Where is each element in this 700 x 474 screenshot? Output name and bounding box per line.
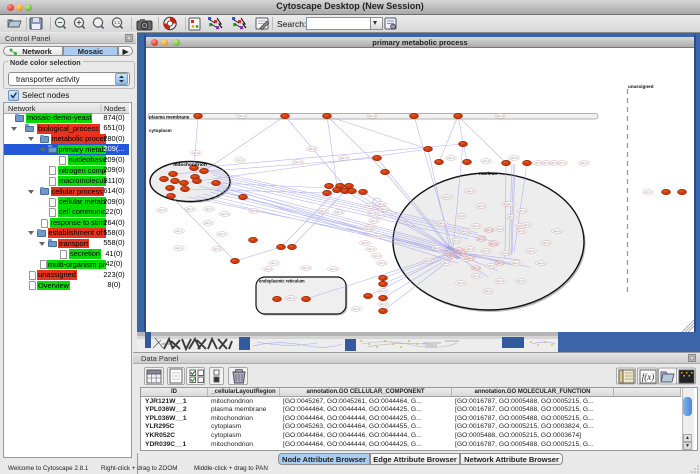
svg-text:[lab d]: [lab d] — [238, 114, 245, 118]
svg-text:[lab d]: [lab d] — [175, 246, 182, 250]
svg-text:[lab d]: [lab d] — [218, 232, 225, 236]
svg-text:[lab d]: [lab d] — [518, 209, 525, 213]
svg-text:[lab d]: [lab d] — [487, 264, 494, 268]
svg-text:[lab d]: [lab d] — [264, 267, 271, 271]
svg-text:[lab d]: [lab d] — [447, 156, 454, 160]
svg-text:[lab d]: [lab d] — [482, 249, 489, 253]
svg-text:[lab d]: [lab d] — [484, 289, 491, 293]
svg-text:[lab d]: [lab d] — [380, 207, 387, 211]
svg-text:[lab d]: [lab d] — [472, 274, 479, 278]
svg-text:[lab d]: [lab d] — [477, 204, 484, 208]
svg-text:1:1: 1:1 — [114, 20, 121, 25]
svg-text:[lab d]: [lab d] — [580, 161, 587, 165]
svg-text:[lab d]: [lab d] — [158, 208, 165, 212]
svg-text:[lab d]: [lab d] — [250, 209, 257, 213]
svg-text:[lab d]: [lab d] — [496, 279, 503, 283]
svg-text:[lab d]: [lab d] — [377, 202, 384, 206]
svg-text:[lab d]: [lab d] — [175, 229, 182, 233]
svg-text:[lab d]: [lab d] — [466, 247, 473, 251]
svg-text:[lab d]: [lab d] — [221, 212, 228, 216]
svg-text:[lab d]: [lab d] — [457, 281, 464, 285]
svg-text:[lab d]: [lab d] — [308, 147, 315, 151]
svg-text:[lab d]: [lab d] — [186, 207, 193, 211]
svg-text:[lab d]: [lab d] — [478, 238, 485, 241]
svg-text:[lab d]: [lab d] — [213, 247, 220, 251]
svg-text:[lab d]: [lab d] — [553, 229, 560, 233]
svg-text:[lab d]: [lab d] — [466, 189, 473, 193]
svg-text:[lab d]: [lab d] — [527, 249, 534, 253]
svg-text:[lab d]: [lab d] — [205, 207, 212, 211]
svg-text:[lab d]: [lab d] — [472, 224, 479, 228]
svg-text:[lab d]: [lab d] — [443, 195, 450, 199]
svg-text:[lab d]: [lab d] — [287, 296, 294, 300]
svg-text:[lab d]: [lab d] — [473, 267, 480, 270]
svg-text:[lab d]: [lab d] — [442, 261, 449, 265]
svg-text:[lab d]: [lab d] — [335, 210, 342, 214]
svg-text:f(x): f(x) — [642, 372, 655, 382]
svg-text:[lab d]: [lab d] — [496, 227, 503, 231]
svg-text:[lab d]: [lab d] — [510, 156, 517, 160]
svg-text:[lab d]: [lab d] — [512, 261, 519, 265]
svg-text:endoplasmic reticulum: endoplasmic reticulum — [259, 279, 305, 284]
svg-text:[lab d]: [lab d] — [542, 241, 549, 245]
svg-text:[lab d]: [lab d] — [379, 302, 386, 306]
svg-text:[lab d]: [lab d] — [302, 266, 309, 270]
svg-text:[lab d]: [lab d] — [445, 252, 452, 255]
svg-text:[lab d]: [lab d] — [378, 261, 385, 265]
svg-text:[lab d]: [lab d] — [379, 289, 386, 293]
svg-text:[lab d]: [lab d] — [523, 223, 530, 227]
svg-text:[lab d]: [lab d] — [482, 159, 489, 163]
svg-text:[lab d]: [lab d] — [433, 246, 440, 250]
svg-text:[lab d]: [lab d] — [452, 239, 459, 243]
svg-text:mitochondrion: mitochondrion — [173, 162, 207, 168]
svg-text:[lab d]: [lab d] — [294, 160, 301, 164]
svg-text:nucleus: nucleus — [479, 171, 497, 177]
svg-text:[lab d]: [lab d] — [506, 202, 513, 206]
svg-text:cytoplasm: cytoplasm — [149, 128, 172, 133]
svg-text:[lab d]: [lab d] — [366, 204, 373, 208]
svg-text:[lab d]: [lab d] — [486, 229, 493, 232]
svg-text:[lab d]: [lab d] — [236, 158, 243, 162]
svg-text:[lab d]: [lab d] — [368, 211, 375, 215]
svg-text:[lab d]: [lab d] — [319, 209, 326, 213]
svg-text:[lab d]: [lab d] — [449, 255, 456, 258]
svg-text:[lab d]: [lab d] — [340, 156, 347, 160]
svg-text:[lab d]: [lab d] — [438, 221, 445, 225]
svg-text:[lab d]: [lab d] — [192, 151, 199, 155]
svg-text:[lab d]: [lab d] — [374, 234, 381, 238]
svg-text:[lab d]: [lab d] — [496, 114, 503, 118]
svg-text:[lab d]: [lab d] — [373, 254, 380, 258]
svg-text:[lab d]: [lab d] — [204, 221, 211, 225]
svg-text:unassigned: unassigned — [628, 84, 654, 89]
svg-text:[lab d]: [lab d] — [467, 257, 474, 260]
svg-text:[lab d]: [lab d] — [361, 241, 368, 245]
svg-text:[lab d]: [lab d] — [364, 227, 371, 231]
svg-text:[lab d]: [lab d] — [497, 262, 504, 265]
svg-text:[lab d]: [lab d] — [501, 251, 508, 255]
svg-text:[lab d]: [lab d] — [457, 214, 464, 218]
svg-text:[lab d]: [lab d] — [370, 219, 377, 223]
svg-text:[lab d]: [lab d] — [461, 229, 468, 233]
svg-text:[lab d]: [lab d] — [367, 247, 374, 251]
svg-text:[lab d]: [lab d] — [368, 114, 375, 118]
svg-text:[lab d]: [lab d] — [377, 213, 384, 217]
svg-text:[lab d]: [lab d] — [558, 161, 565, 165]
svg-text:[lab d]: [lab d] — [270, 261, 277, 265]
svg-text:[lab d]: [lab d] — [424, 259, 431, 263]
svg-text:[lab d]: [lab d] — [507, 215, 514, 219]
svg-text:[lab d]: [lab d] — [329, 267, 336, 271]
svg-text:[lab d]: [lab d] — [517, 279, 524, 283]
svg-text:[lab d]: [lab d] — [352, 307, 359, 311]
svg-text:[lab d]: [lab d] — [459, 252, 466, 255]
svg-text:[lab d]: [lab d] — [517, 229, 524, 233]
svg-text:[lab d]: [lab d] — [537, 261, 544, 265]
svg-text:[lab d]: [lab d] — [490, 243, 497, 246]
svg-text:plasma membrane: plasma membrane — [149, 115, 190, 120]
svg-text:[lab d]: [lab d] — [644, 190, 651, 194]
